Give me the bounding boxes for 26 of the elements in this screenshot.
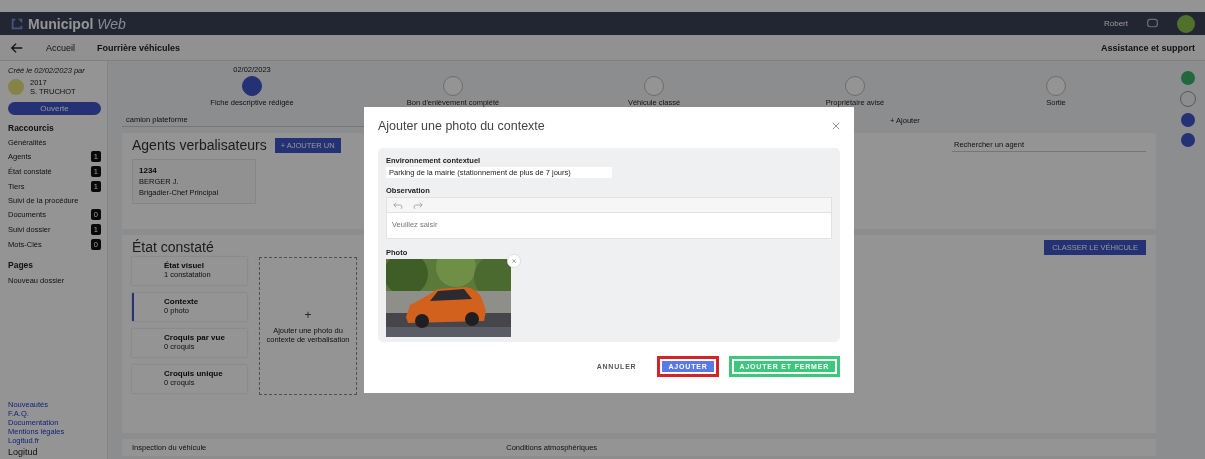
close-icon[interactable] — [832, 122, 840, 130]
status-badge: Ouverte — [8, 102, 101, 115]
shortcuts-title: Raccourcis — [8, 123, 55, 133]
action-icon[interactable] — [1180, 113, 1195, 127]
support-link[interactable]: Assistance et support — [1100, 42, 1195, 53]
author-avatar — [8, 79, 24, 95]
undo-icon[interactable] — [393, 201, 404, 209]
agent-number: 1234 — [139, 166, 158, 175]
save-action-icon[interactable] — [1180, 71, 1195, 85]
plus-icon: + — [304, 308, 312, 322]
breadcrumb-current: Fourrière véhicules — [97, 42, 181, 53]
back-arrow-icon[interactable] — [10, 40, 24, 55]
footer-logo: Logitud — [8, 447, 39, 457]
redo-icon[interactable] — [412, 201, 423, 209]
app-name-suffix: Web — [97, 15, 126, 32]
logo-icon — [10, 16, 24, 31]
avatar[interactable] — [1177, 14, 1195, 33]
chat-icon[interactable] — [1146, 17, 1159, 30]
remove-photo-icon[interactable] — [507, 254, 521, 268]
action-icon[interactable] — [1180, 133, 1195, 147]
section-title: Agents verbalisateurs — [132, 137, 267, 153]
user-link[interactable]: Robert — [1104, 19, 1128, 28]
section-title: État constaté — [132, 239, 214, 255]
home-link[interactable]: Accueil — [46, 42, 75, 53]
app-name: Municipol — [28, 15, 94, 32]
pages-title: Pages — [8, 260, 35, 270]
